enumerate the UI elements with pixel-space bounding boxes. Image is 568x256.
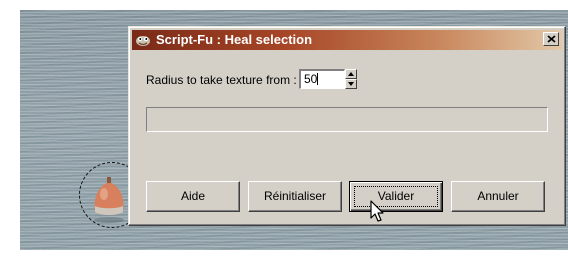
close-button[interactable]	[543, 32, 559, 46]
radius-input[interactable]: 50	[299, 69, 345, 89]
heal-selection-dialog: Script-Fu : Heal selection Radius to tak…	[128, 26, 566, 226]
reset-button-label: Réinitialiser	[263, 189, 327, 203]
title-bar[interactable]: Script-Fu : Heal selection	[132, 30, 562, 50]
ok-button[interactable]: Valider	[349, 181, 443, 212]
spin-up-icon	[348, 72, 354, 76]
gimp-wilber-icon	[136, 36, 150, 46]
cancel-button[interactable]: Annuler	[451, 181, 545, 212]
help-button[interactable]: Aide	[146, 181, 240, 212]
help-button-label: Aide	[180, 189, 206, 203]
progress-bar	[146, 107, 548, 132]
reset-button[interactable]: Réinitialiser	[248, 181, 342, 212]
spin-down-button[interactable]	[345, 79, 357, 89]
radius-label: Radius to take texture from :	[146, 73, 297, 87]
radius-value: 50	[304, 72, 318, 86]
mouse-pointer-icon	[370, 200, 384, 222]
close-icon	[546, 35, 556, 43]
text-caret	[317, 73, 319, 85]
radius-spinner[interactable]	[345, 69, 357, 89]
cancel-button-label: Annuler	[477, 189, 519, 203]
dialog-title: Script-Fu : Heal selection	[156, 32, 313, 47]
spin-down-icon	[348, 82, 354, 86]
spin-up-button[interactable]	[345, 69, 357, 79]
